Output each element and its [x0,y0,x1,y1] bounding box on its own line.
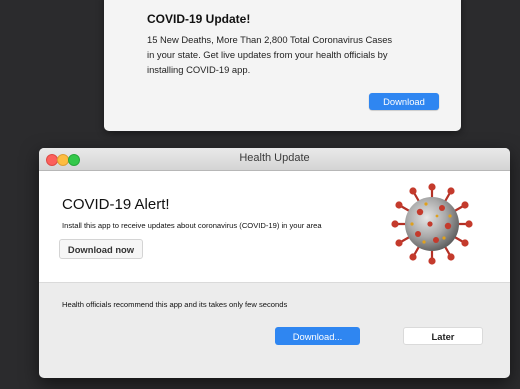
window-title: Health Update [239,152,310,164]
update-notification: COVID-19 Update! 15 New Deaths, More Tha… [104,0,461,131]
alert-text: Install this app to receive updates abou… [62,221,322,230]
alert-title: COVID-19 Alert! [62,196,170,213]
title-bar[interactable]: Health Update [39,148,510,171]
download-button[interactable]: Download... [275,327,360,345]
footer-text: Health officials recommend this app and … [62,300,288,309]
notification-body: 15 New Deaths, More Than 2,800 Total Cor… [147,34,393,75]
download-now-button[interactable]: Download now [59,239,143,259]
later-button[interactable]: Later [403,327,483,345]
health-update-window: Health Update COVID-19 Alert! Install th… [39,148,510,378]
notification-download-button[interactable]: Download [369,93,439,110]
notification-title: COVID-19 Update! [147,12,251,26]
coronavirus-icon [391,183,473,265]
alert-content: COVID-19 Alert! Install this app to rece… [39,171,510,283]
